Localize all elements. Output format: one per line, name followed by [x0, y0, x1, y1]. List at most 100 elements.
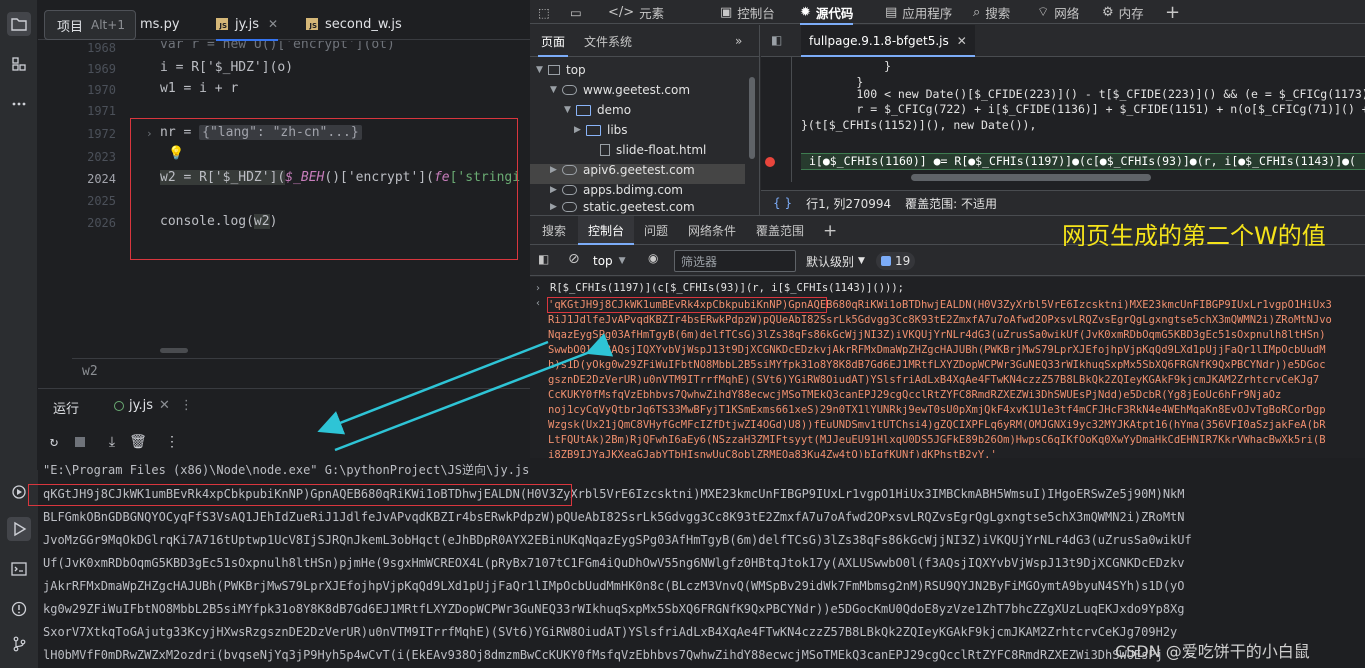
- tab-network[interactable]: ⌔ 网络: [1037, 0, 1079, 24]
- structure-icon[interactable]: [7, 52, 31, 76]
- device-icon[interactable]: ▭: [570, 0, 582, 24]
- run-toolbar: ↻ ⤓ 🗑 ⋮: [38, 428, 530, 456]
- eye-icon[interactable]: ◉: [648, 251, 658, 265]
- cloud-icon: [562, 165, 577, 175]
- folder-icon: [576, 104, 591, 116]
- tree-item-apps-bdimg[interactable]: ▶ apps.bdimg.com: [550, 180, 683, 200]
- tab-console[interactable]: ▣ 控制台: [720, 0, 775, 24]
- tree-item-static-geetest[interactable]: ▶ static.geetest.com: [550, 200, 695, 214]
- navigator-scrollbar[interactable]: [749, 77, 755, 159]
- close-icon[interactable]: ✕: [159, 398, 170, 413]
- project-tooltip: 项目 Alt+1: [44, 10, 136, 40]
- console-result-line: LtFQUtAk)2Bm)RjQFwhI6aEy6(NSzzaH3ZMIFtsy…: [548, 434, 1326, 446]
- context-select[interactable]: top ▼: [593, 250, 639, 272]
- problems-icon[interactable]: [7, 597, 31, 621]
- tree-item-slide-float[interactable]: slide-float.html: [588, 140, 706, 160]
- git-icon[interactable]: [7, 632, 31, 656]
- trash-icon[interactable]: 🗑: [129, 434, 147, 450]
- tab-drawer-issues[interactable]: 问题: [644, 216, 668, 245]
- more-tabs-icon[interactable]: »: [735, 25, 742, 57]
- breakpoint-icon[interactable]: [765, 157, 775, 167]
- tree-item-apiv6[interactable]: ▶ apiv6.geetest.com: [550, 160, 695, 180]
- close-icon[interactable]: ✕: [268, 17, 278, 31]
- tab-filesystem[interactable]: 文件系统: [584, 25, 632, 57]
- source-line: }: [801, 59, 892, 73]
- log-level-select[interactable]: 默认级别 ▼: [806, 250, 865, 272]
- cloud-icon: [562, 85, 577, 95]
- output-line: JvoMzGGr9MqOkDGlrqKi7A716tUptwp1UcV8IjSJ…: [43, 533, 1192, 547]
- sidebar-toggle-icon[interactable]: ◧: [538, 252, 549, 266]
- line-number: 2024: [87, 172, 116, 186]
- line-number: 1972: [87, 127, 116, 141]
- devtools-window: ⬚ ▭ </> 元素 ▣ 控制台 ✹ 源代码 ▤ 应用程序 ⌕ 搜索 ⌔ 网络 ⚙ 内存 + …: [530, 0, 1365, 458]
- terminal-icon[interactable]: [7, 557, 31, 581]
- scroll-to-end-icon[interactable]: ⤓: [104, 434, 120, 450]
- source-editor[interactable]: ◧ fullpage.9.1.8-bfget5.js ✕ } } 100 < n…: [761, 25, 1365, 215]
- tree-item-demo[interactable]: ▼ demo: [564, 100, 631, 120]
- folder-icon[interactable]: [7, 12, 31, 36]
- frame-icon: [548, 65, 560, 75]
- more-vertical-icon[interactable]: ⋮: [164, 434, 180, 450]
- watermark: CSDN @爱吃饼干的小白鼠: [1115, 642, 1310, 661]
- more-vertical-icon[interactable]: ⋮: [180, 398, 193, 413]
- tab-drawer-coverage[interactable]: 覆盖范围: [756, 216, 804, 245]
- tab-drawer-network-conditions[interactable]: 网络条件: [688, 216, 736, 245]
- inspect-icon[interactable]: ⬚: [538, 0, 550, 24]
- tab-sources[interactable]: ✹ 源代码: [800, 0, 854, 25]
- editor-scrollbar[interactable]: [160, 348, 188, 353]
- more-icon[interactable]: [7, 92, 31, 116]
- tab-page[interactable]: 页面: [538, 25, 569, 57]
- source-gutter: [791, 57, 792, 182]
- console-result-line: h)s1D(yOkg0w29ZFiWuIFbtNO8MbbL2B5siMYfpk…: [548, 359, 1326, 371]
- tab-jy-js[interactable]: JS jy.js ✕: [216, 8, 279, 41]
- pretty-print-icon[interactable]: { }: [773, 196, 792, 210]
- console-icon: ▣: [720, 4, 733, 20]
- stop-icon[interactable]: [72, 434, 88, 450]
- line-number: 2023: [87, 150, 116, 164]
- tab-memory[interactable]: ⚙ 内存: [1102, 0, 1144, 24]
- source-scrollbar[interactable]: [911, 174, 1151, 181]
- js-file-icon: JS: [306, 18, 318, 30]
- breadcrumb-symbol: w2: [82, 364, 98, 379]
- tab-drawer-search[interactable]: 搜索: [542, 216, 566, 245]
- tab-application[interactable]: ▤ 应用程序: [885, 0, 952, 24]
- run-icon[interactable]: [7, 517, 31, 541]
- tab-second-w-js[interactable]: JS second_w.js: [306, 8, 402, 40]
- editor-breadcrumb: w2: [72, 358, 530, 384]
- add-tab-icon[interactable]: +: [823, 216, 837, 245]
- line-number: 2026: [87, 216, 116, 230]
- output-line: Uf(JvK0xmRDbOqmG5KBD3gEc51sOxpnulh8ltHSn…: [43, 556, 1185, 570]
- clear-console-icon[interactable]: ⊘: [568, 251, 580, 267]
- filter-input[interactable]: 筛选器: [674, 250, 796, 272]
- tab-elements[interactable]: </> 元素: [608, 0, 664, 24]
- code-line: w1 = i + r: [160, 81, 239, 96]
- tab-drawer-console[interactable]: 控制台: [578, 216, 635, 245]
- console-echo: R[$_CFHIs(1197)](c[$_CFHIs(93)](r, i[$_C…: [550, 282, 905, 294]
- file-tab[interactable]: fullpage.9.1.8-bfget5.js ✕: [801, 25, 975, 57]
- toggle-navigator-icon[interactable]: ◧: [771, 33, 782, 47]
- tree-item-www-geetest[interactable]: ▼ www.geetest.com: [550, 80, 690, 100]
- cloud-icon: [562, 185, 577, 195]
- sources-navigator: 页面 文件系统 » ▼ top ▼ www.geetest.com ▼ demo ▶ l…: [530, 25, 760, 215]
- console-result-line: Wzgsk(Ux21jQmC8VHyfGcMFcIZfDtjwZI4OGd)U8…: [548, 419, 1326, 431]
- console-toolbar: ◧ ⊘ top ▼ ◉ 筛选器 默认级别 ▼ 19: [530, 246, 1365, 276]
- tab-search[interactable]: ⌕ 搜索: [973, 0, 1010, 24]
- add-tab-icon[interactable]: +: [1165, 0, 1180, 24]
- console-result-line: i8ZB9IJYaJKXeaGJabYTbHIsnwUuC8oblZRMEQa8…: [548, 449, 997, 458]
- code-highlight-box: [130, 118, 518, 260]
- output-line: kg0w29ZFiWuIFbtNO8MbbL2B5siMYfpk31o8Y8K8…: [43, 602, 1185, 616]
- console-output[interactable]: › R[$_CFHIs(1197)](c[$_CFHIs(93)](r, i[$…: [530, 277, 1365, 458]
- issues-badge[interactable]: 19: [876, 252, 916, 270]
- run-tab-jy-js[interactable]: jy.js ✕ ⋮: [114, 398, 193, 413]
- rerun-icon[interactable]: ↻: [46, 434, 62, 450]
- code-line: i = R['$_HDZ'](o): [160, 60, 294, 75]
- console-highlight-box: [547, 297, 827, 313]
- search-icon: ⌕: [973, 4, 981, 20]
- run-panel-header: 运行 jy.js ✕ ⋮: [38, 388, 530, 422]
- tree-item-libs[interactable]: ▶ libs: [574, 120, 628, 140]
- file-icon: [600, 144, 610, 156]
- tree-item-top[interactable]: ▼ top: [536, 60, 586, 80]
- output-line: "E:\Program Files (x86)\Node\node.exe" G…: [43, 463, 530, 477]
- tab-ms-py[interactable]: ms.py: [140, 8, 180, 40]
- close-icon[interactable]: ✕: [957, 34, 967, 48]
